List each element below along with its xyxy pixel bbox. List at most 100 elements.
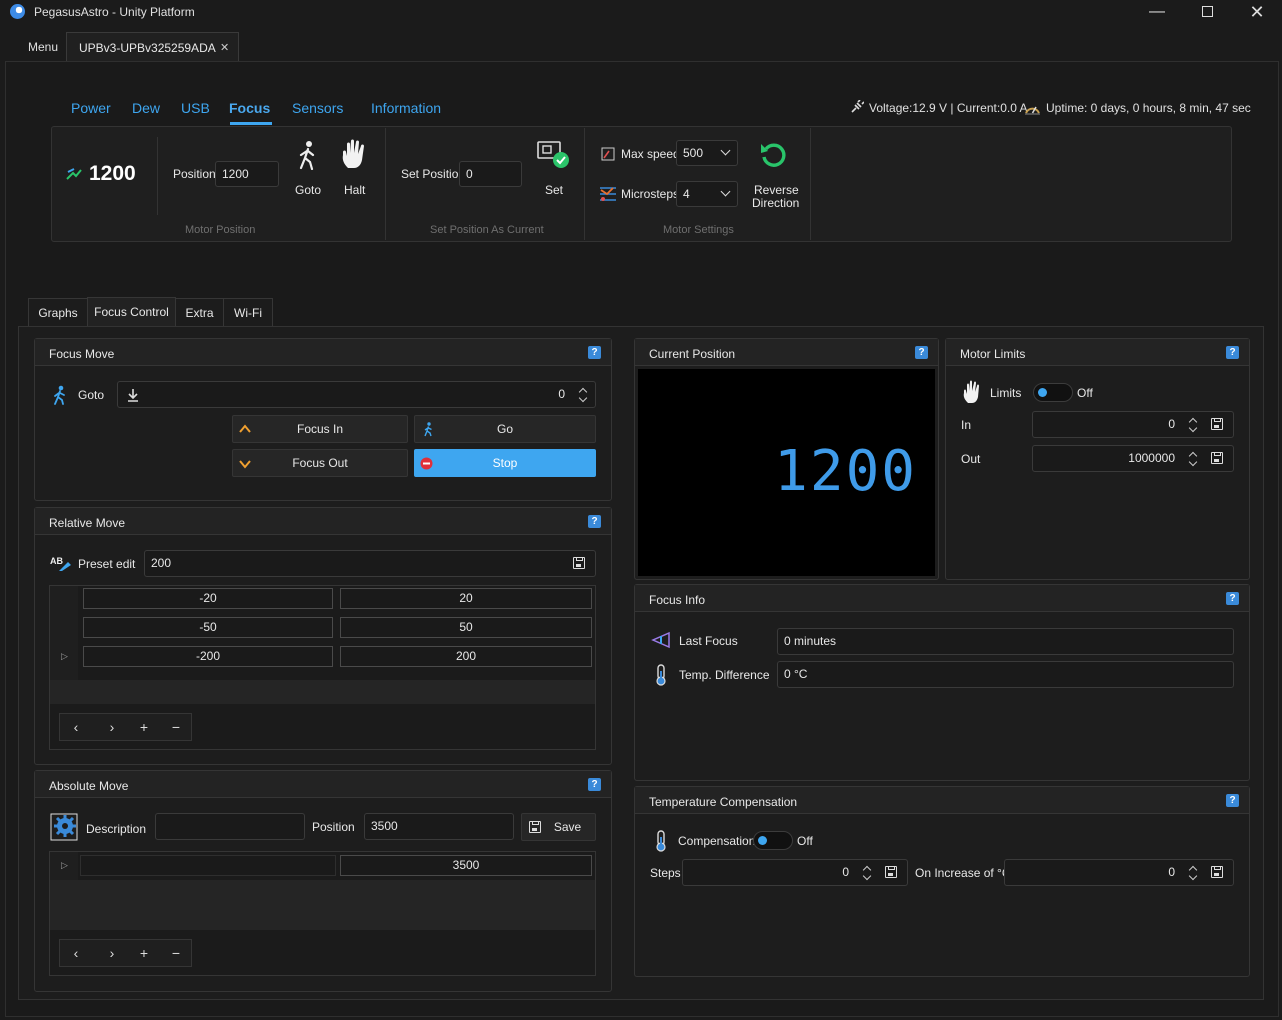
limits-toggle[interactable] — [1033, 383, 1073, 402]
limits-hand-icon — [963, 380, 979, 403]
save-icon — [529, 821, 541, 833]
in-limit-input[interactable]: 0 — [1032, 411, 1234, 438]
max-speed-value: 500 — [683, 146, 704, 160]
chevron-down-icon — [239, 460, 251, 469]
next-button[interactable]: › — [96, 940, 128, 966]
save-label: Save — [553, 820, 582, 834]
plug-icon — [851, 100, 864, 113]
minimize-button[interactable]: — — [1134, 2, 1180, 22]
help-icon[interactable]: ? — [1226, 794, 1239, 807]
walking-person-icon — [54, 385, 65, 405]
remove-row-button[interactable]: − — [160, 940, 192, 966]
grid-empty-area — [50, 880, 595, 930]
temp-difference-label: Temp. Difference — [679, 668, 770, 682]
microsteps-select[interactable]: 4 — [676, 181, 738, 207]
close-window-button[interactable]: ✕ — [1234, 2, 1280, 22]
spinner-icon[interactable] — [579, 387, 587, 403]
device-tab[interactable]: UPBv3-UPBv325259ADA ✕ — [66, 32, 239, 62]
help-icon[interactable]: ? — [588, 346, 601, 359]
help-icon[interactable]: ? — [588, 515, 601, 528]
save-icon[interactable] — [573, 557, 585, 569]
steps-label: Steps — [650, 866, 681, 880]
preset-input[interactable]: 200 — [144, 550, 596, 577]
panel-title: Focus Info — [649, 593, 706, 607]
ribbon-separator — [385, 128, 386, 240]
reverse-direction-icon[interactable] — [760, 141, 788, 169]
preset-cell[interactable]: 20 — [340, 588, 592, 609]
absolute-position-input[interactable]: 3500 — [364, 813, 514, 840]
subtab-wifi[interactable]: Wi-Fi — [223, 298, 273, 326]
stop-button[interactable]: Stop — [414, 449, 596, 477]
tab-dew[interactable]: Dew — [132, 100, 160, 116]
description-input[interactable] — [155, 813, 305, 840]
microsteps-icon — [600, 187, 616, 201]
current-row-marker-icon: ▷ — [61, 860, 68, 870]
halt-hand-icon[interactable] — [340, 138, 370, 170]
panel-title: Motor Limits — [960, 347, 1026, 361]
subtab-graphs[interactable]: Graphs — [28, 298, 88, 326]
help-icon[interactable]: ? — [588, 778, 601, 791]
out-limit-input[interactable]: 1000000 — [1032, 445, 1234, 472]
compensation-toggle[interactable] — [753, 831, 793, 850]
out-label: Out — [961, 452, 981, 466]
set-position-input[interactable]: 0 — [459, 161, 522, 187]
increase-input[interactable]: 0 — [1004, 859, 1234, 886]
help-icon[interactable]: ? — [915, 346, 928, 359]
go-button[interactable]: Go — [414, 415, 596, 443]
add-row-button[interactable]: + — [128, 940, 160, 966]
preset-cell[interactable]: -50 — [83, 617, 333, 638]
stop-icon — [420, 457, 433, 470]
absolute-description-cell[interactable] — [80, 855, 336, 876]
preset-cell[interactable]: -20 — [83, 588, 333, 609]
save-button[interactable]: Save — [521, 813, 596, 841]
reverse-label-line1[interactable]: Reverse — [754, 183, 799, 197]
save-icon[interactable] — [885, 866, 897, 878]
tab-sensors[interactable]: Sensors — [292, 100, 343, 116]
save-icon[interactable] — [1211, 866, 1223, 878]
panel-title: Current Position — [649, 347, 736, 361]
preset-cell[interactable]: -200 — [83, 646, 333, 667]
absolute-position-cell[interactable]: 3500 — [340, 855, 592, 876]
uptime-gauge-icon — [1025, 106, 1040, 115]
spinner-icon[interactable] — [1189, 865, 1197, 881]
subtab-focus-control[interactable]: Focus Control — [87, 297, 176, 327]
preset-cell[interactable]: 50 — [340, 617, 592, 638]
motor-position-group-label: Motor Position — [185, 224, 256, 236]
maximize-button[interactable] — [1184, 2, 1230, 22]
prev-button[interactable]: ‹ — [60, 714, 92, 740]
current-position-value: 1200 — [89, 162, 136, 185]
help-icon[interactable]: ? — [1226, 592, 1239, 605]
set-position-icon[interactable] — [537, 140, 571, 170]
save-icon[interactable] — [1211, 418, 1223, 430]
tab-information[interactable]: Information — [371, 100, 441, 116]
next-button[interactable]: › — [96, 714, 128, 740]
set-label[interactable]: Set — [545, 183, 563, 197]
reverse-label-line2[interactable]: Direction — [752, 196, 799, 210]
last-focus-label: Last Focus — [679, 634, 738, 648]
steps-input[interactable]: 0 — [682, 859, 908, 886]
spinner-icon[interactable] — [1189, 451, 1197, 467]
preset-cell[interactable]: 200 — [340, 646, 592, 667]
goto-input[interactable]: 0 — [117, 381, 596, 408]
help-icon[interactable]: ? — [1226, 346, 1239, 359]
spinner-icon[interactable] — [863, 865, 871, 881]
tab-usb[interactable]: USB — [181, 100, 210, 116]
position-input[interactable]: 1200 — [215, 161, 279, 187]
max-speed-select[interactable]: 500 — [676, 140, 738, 166]
focus-in-button[interactable]: Focus In — [232, 415, 408, 443]
focus-out-button[interactable]: Focus Out — [232, 449, 408, 477]
motor-settings-group-label: Motor Settings — [663, 224, 734, 236]
spinner-icon[interactable] — [1189, 417, 1197, 433]
close-tab-icon[interactable]: ✕ — [220, 41, 229, 54]
add-row-button[interactable]: + — [128, 714, 160, 740]
menu-button[interactable]: Menu — [28, 33, 58, 61]
prev-button[interactable]: ‹ — [60, 940, 92, 966]
goto-label[interactable]: Goto — [295, 183, 321, 197]
subtab-extra[interactable]: Extra — [175, 298, 224, 326]
tab-focus[interactable]: Focus — [229, 100, 270, 116]
halt-label[interactable]: Halt — [344, 183, 365, 197]
tab-power[interactable]: Power — [71, 100, 111, 116]
remove-row-button[interactable]: − — [160, 714, 192, 740]
save-icon[interactable] — [1211, 452, 1223, 464]
walking-person-icon[interactable] — [296, 140, 318, 170]
